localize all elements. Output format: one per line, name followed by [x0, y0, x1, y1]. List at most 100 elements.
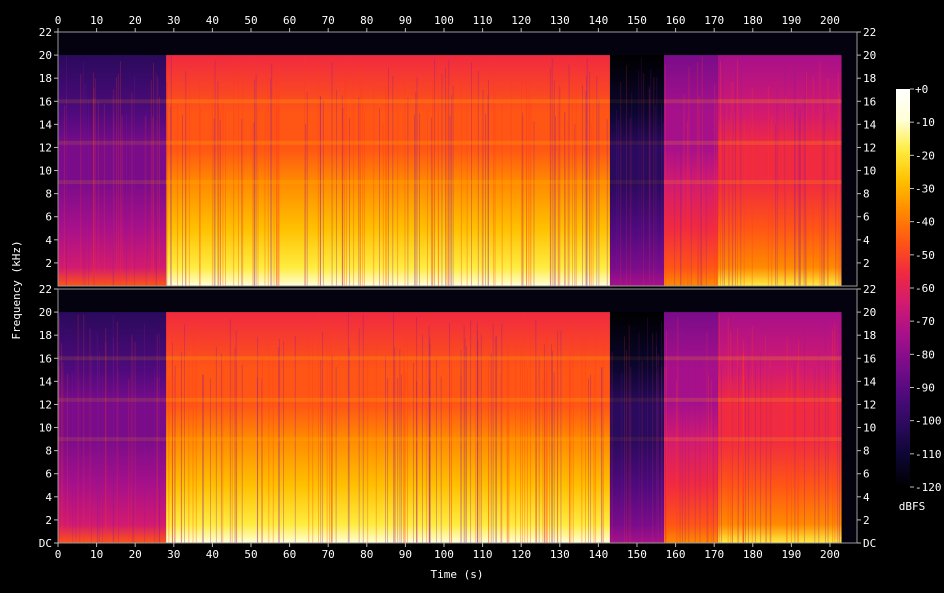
y-tick-label: 4 [863, 491, 870, 504]
x-axis-label: Time (s) [431, 568, 484, 581]
x-tick-label: 10 [90, 14, 103, 27]
y-tick-label: 4 [863, 234, 870, 247]
y-tick-label: 22 [863, 26, 876, 39]
colorbar-tick-label: -80 [915, 348, 935, 361]
x-tick-label: 40 [206, 14, 219, 27]
spectrogram-bottom [57, 288, 858, 544]
colorbar: +0 -10 -20 -30 -40 -50 -60 -70 -80 -90 -100 -110 -12… [896, 83, 942, 494]
y-tick-label: 6 [45, 468, 52, 481]
colorbar-tick-label: -60 [915, 282, 935, 295]
segment-bottom-0 [58, 312, 167, 543]
x-tick-label: 70 [322, 14, 335, 27]
x-tick-label: 10 [90, 548, 103, 561]
y-tick-label: 18 [863, 72, 876, 85]
spectrogram-plots [57, 31, 858, 544]
x-tick-label: 130 [550, 14, 570, 27]
x-tick-label: 20 [129, 548, 142, 561]
y-tick-label: 2 [863, 514, 870, 527]
x-tick-label: 160 [666, 548, 686, 561]
y-tick-label: 16 [863, 352, 876, 365]
y-tick-label: 10 [39, 165, 52, 178]
x-tick-label: 150 [627, 548, 647, 561]
x-tick-label: 20 [129, 14, 142, 27]
y-tick-label: 4 [45, 234, 52, 247]
x-tick-label: 90 [399, 14, 412, 27]
y-tick-label: 18 [863, 329, 876, 342]
y-tick-label: 16 [39, 352, 52, 365]
y-axis-label: Frequency (kHz) [10, 240, 23, 339]
y-tick-label: 18 [39, 72, 52, 85]
x-tick-label: 80 [360, 14, 373, 27]
x-tick-label: 190 [781, 14, 801, 27]
x-tick-label: 0 [55, 14, 62, 27]
segment-bottom-3 [664, 312, 719, 543]
colorbar-tick-label: -70 [915, 315, 935, 328]
colorbar-tick-label: -20 [915, 149, 935, 162]
y-tick-label: 12 [39, 141, 52, 154]
y-tick-label: 6 [45, 211, 52, 224]
x-tick-label: 30 [167, 548, 180, 561]
x-tick-label: 200 [820, 14, 840, 27]
x-tick-label: 120 [511, 14, 531, 27]
y-tick-label: 10 [863, 165, 876, 178]
segment-top-0 [58, 55, 167, 286]
x-tick-label: 100 [434, 14, 454, 27]
x-tick-label: 90 [399, 548, 412, 561]
x-tick-label: 150 [627, 14, 647, 27]
x-tick-label: 50 [244, 548, 257, 561]
y-tick-label: 8 [45, 188, 52, 201]
y-tick-label: 8 [863, 445, 870, 458]
colorbar-tick-label: -10 [915, 116, 935, 129]
x-tick-label: 130 [550, 548, 570, 561]
y-tick-label: 20 [863, 49, 876, 62]
spectrogram-figure: 2 24 46 68 810 1012 1214 1416 1618 1820 2022 22DC DC… [10, 14, 942, 581]
y-tick-label: 8 [45, 445, 52, 458]
x-tick-label: 190 [781, 548, 801, 561]
y-tick-label: 20 [39, 306, 52, 319]
x-tick-label: 110 [473, 14, 493, 27]
y-tick-label: 20 [863, 306, 876, 319]
y-tick-label: 2 [45, 257, 52, 270]
y-tick-label: 12 [863, 398, 876, 411]
colorbar-tick-label: -110 [915, 448, 942, 461]
y-tick-label: 4 [45, 491, 52, 504]
colorbar-tick-label: +0 [915, 83, 928, 96]
x-tick-label: 80 [360, 548, 373, 561]
colorbar-gradient [896, 89, 910, 487]
x-tick-label: 170 [704, 14, 724, 27]
x-tick-label: 160 [666, 14, 686, 27]
x-tick-label: 100 [434, 548, 454, 561]
colorbar-label: dBFS [899, 500, 926, 513]
y-tick-label: 2 [45, 514, 52, 527]
y-tick-label: 18 [39, 329, 52, 342]
y-tick-label: 8 [863, 188, 870, 201]
y-tick-label: 14 [39, 118, 53, 131]
x-tick-label: 140 [588, 548, 608, 561]
y-tick-label: 6 [863, 468, 870, 481]
y-tick-label: 22 [863, 283, 876, 296]
x-tick-label: 60 [283, 548, 296, 561]
segment-bottom-4 [718, 312, 842, 543]
y-tick-label: 16 [863, 95, 876, 108]
colorbar-tick-label: -100 [915, 415, 942, 428]
x-tick-label: 120 [511, 548, 531, 561]
y-tick-label: DC [39, 537, 52, 550]
y-tick-label: 22 [39, 283, 52, 296]
colorbar-tick-label: -50 [915, 249, 935, 262]
colorbar-tick-label: -30 [915, 183, 935, 196]
x-tick-label: 40 [206, 548, 219, 561]
colorbar-tick-label: -120 [915, 481, 942, 494]
spectrogram-top [57, 31, 858, 287]
y-tick-label: 16 [39, 95, 52, 108]
x-tick-label: 110 [473, 548, 493, 561]
y-tick-label: 14 [863, 375, 877, 388]
x-tick-label: 0 [55, 548, 62, 561]
colorbar-tick-label: -40 [915, 216, 935, 229]
y-tick-label: 12 [39, 398, 52, 411]
x-tick-label: 30 [167, 14, 180, 27]
x-tick-label: 50 [244, 14, 257, 27]
y-tick-label: 12 [863, 141, 876, 154]
x-tick-label: 60 [283, 14, 296, 27]
x-tick-label: 170 [704, 548, 724, 561]
y-tick-label: 20 [39, 49, 52, 62]
